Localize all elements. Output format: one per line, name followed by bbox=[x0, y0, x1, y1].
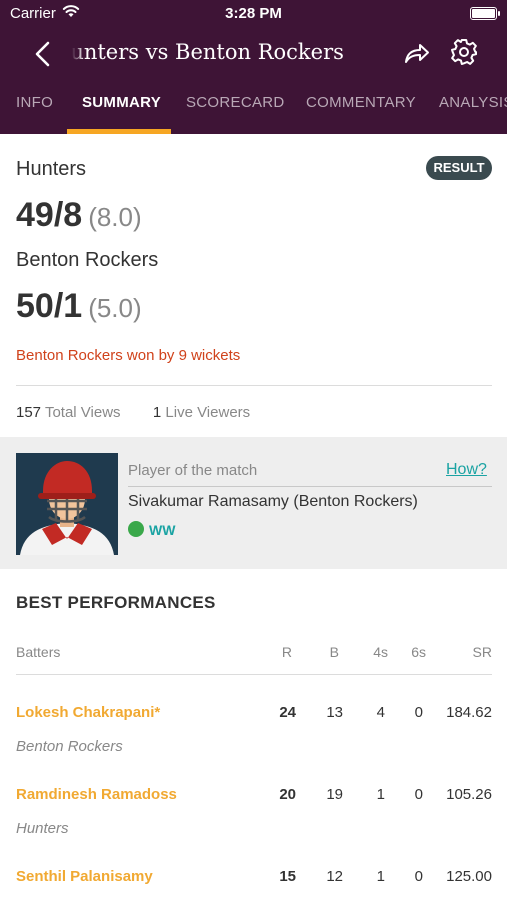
team2-name: Benton Rockers bbox=[16, 249, 159, 271]
total-views-count: 157 bbox=[16, 404, 42, 421]
view-counts: 157 Total Views 1 Live Viewers bbox=[16, 404, 250, 421]
batter-strike-rate: 105.26 bbox=[446, 786, 492, 803]
tab-scorecard[interactable]: SCORECARD bbox=[186, 94, 285, 111]
settings-gear-icon[interactable] bbox=[450, 38, 478, 66]
tab-commentary[interactable]: COMMENTARY bbox=[306, 94, 416, 111]
match-result-text: Benton Rockers won by 9 wickets bbox=[16, 347, 241, 364]
player-role: WW bbox=[149, 522, 176, 538]
tab-info[interactable]: INFO bbox=[16, 94, 53, 111]
player-of-match-label: Player of the match bbox=[128, 462, 258, 479]
batter-name[interactable]: Ramdinesh Ramadoss bbox=[16, 786, 177, 803]
col-header-batters: Batters bbox=[16, 644, 61, 660]
live-viewers-count: 1 bbox=[152, 404, 162, 421]
batter-team: Hunters bbox=[16, 820, 69, 837]
batter-sixes: 0 bbox=[414, 704, 423, 721]
result-badge: RESULT bbox=[426, 156, 492, 180]
battery-icon bbox=[470, 7, 500, 20]
cricket-ball-icon bbox=[128, 521, 144, 537]
team2-score: 50/1 bbox=[16, 287, 83, 325]
tab-analysis[interactable]: ANALYSIS bbox=[439, 94, 507, 111]
active-tab-indicator bbox=[67, 129, 171, 134]
summary-divider bbox=[16, 385, 492, 386]
batter-sixes: 0 bbox=[414, 868, 423, 885]
batter-strike-rate: 184.62 bbox=[446, 704, 492, 721]
live-viewers-label: Live Viewers bbox=[165, 404, 251, 421]
table-header-divider bbox=[16, 674, 492, 675]
team2-overs: (5.0) bbox=[88, 293, 142, 323]
team1-overs: (8.0) bbox=[88, 202, 142, 232]
batter-name[interactable]: Lokesh Chakrapani* bbox=[16, 704, 160, 721]
player-of-match-divider bbox=[128, 486, 492, 487]
status-bar: Carrier 3:28 PM bbox=[0, 0, 507, 28]
match-title: Hunters vs Benton Rockers bbox=[72, 40, 344, 64]
team1-score: 49/8 bbox=[16, 196, 83, 234]
batsman-helmet-icon bbox=[16, 453, 118, 555]
app-header: Carrier 3:28 PM Hunters vs Benton Rocker… bbox=[0, 0, 507, 134]
batter-sixes: 0 bbox=[414, 786, 423, 803]
team1-score-line: 49/8 (8.0) bbox=[16, 196, 142, 235]
total-views-label: Total Views bbox=[44, 404, 121, 421]
how-link[interactable]: How? bbox=[446, 461, 487, 479]
nav-bar: Hunters vs Benton Rockers bbox=[0, 28, 507, 80]
batter-name[interactable]: Senthil Palanisamy bbox=[16, 868, 153, 885]
back-arrow-icon[interactable] bbox=[28, 38, 60, 70]
share-icon[interactable] bbox=[402, 40, 430, 68]
col-header-sixes: 6s bbox=[411, 644, 426, 660]
col-header-strike-rate: SR bbox=[472, 644, 492, 660]
best-performances-title: BEST PERFORMANCES bbox=[16, 593, 216, 612]
player-avatar bbox=[16, 453, 118, 555]
batter-team: Benton Rockers bbox=[16, 738, 123, 755]
tab-summary[interactable]: SUMMARY bbox=[82, 94, 161, 111]
match-title-container: Hunters vs Benton Rockers bbox=[72, 38, 362, 70]
status-time: 3:28 PM bbox=[225, 5, 282, 22]
player-of-match-name: Sivakumar Ramasamy (Benton Rockers) bbox=[128, 493, 418, 510]
team2-score-line: 50/1 (5.0) bbox=[16, 287, 142, 326]
team1-name: Hunters bbox=[16, 158, 87, 180]
tab-bar: INFO SUMMARY SCORECARD COMMENTARY ANALYS… bbox=[0, 80, 507, 134]
batter-strike-rate: 125.00 bbox=[446, 868, 492, 885]
player-of-match-card[interactable]: Player of the match How? Sivakumar Ramas… bbox=[0, 437, 507, 569]
